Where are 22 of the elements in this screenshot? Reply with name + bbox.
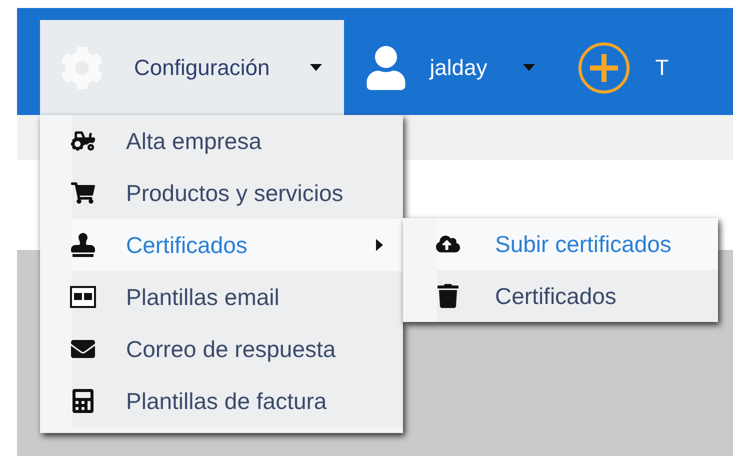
stamp-icon <box>71 233 95 257</box>
menu-item[interactable]: Certificados <box>72 219 403 271</box>
calculator-icon <box>71 389 95 413</box>
tractor-icon <box>71 129 95 153</box>
nav-menu-button[interactable]: jalday <box>344 20 558 115</box>
caret-icon <box>310 64 322 71</box>
submenu-arrow-icon <box>376 239 383 251</box>
menu-item[interactable]: Subir certificados <box>437 218 718 270</box>
nav-menu-button[interactable]: Configuración <box>40 20 344 115</box>
envelope-icon <box>71 337 95 361</box>
trash-icon <box>436 284 460 308</box>
menu-item[interactable]: Productos y servicios <box>72 167 403 219</box>
nav-menu-button[interactable]: T <box>557 20 691 115</box>
menu-item[interactable]: Plantillas email <box>72 271 403 323</box>
cart-icon <box>71 181 95 205</box>
add-icon <box>577 40 632 94</box>
caret-icon <box>523 64 536 71</box>
menu-item[interactable]: Alta empresa <box>72 115 403 167</box>
menu-item[interactable]: Certificados <box>437 270 718 322</box>
template-icon <box>70 286 96 308</box>
menu-item[interactable]: Correo de respuesta <box>72 323 403 375</box>
menu-item[interactable]: Plantillas de factura <box>72 375 403 427</box>
